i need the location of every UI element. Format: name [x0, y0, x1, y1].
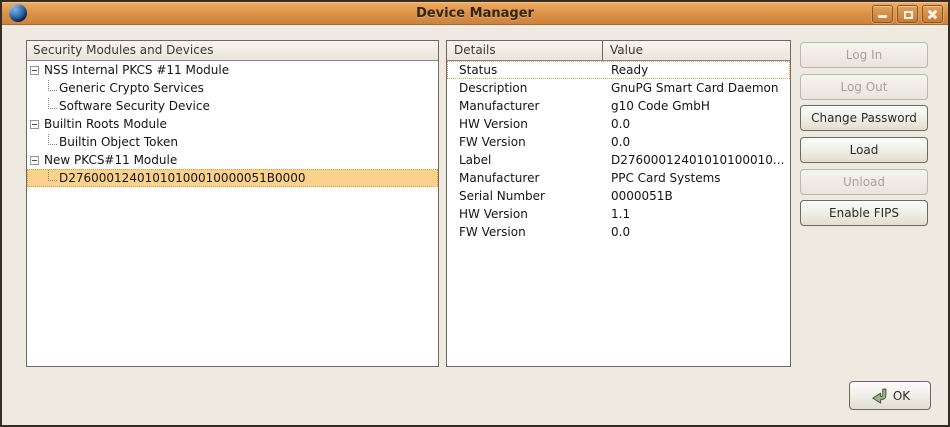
tree-item-label: D27600012401010100010000051B0000 [59, 169, 306, 187]
collapse-expander-icon[interactable] [30, 156, 39, 165]
table-row[interactable]: FW Version 0.0 [447, 223, 790, 241]
detail-value: Ready [603, 61, 648, 79]
tree-connector-line [48, 80, 57, 91]
tree-item-label: Generic Crypto Services [59, 79, 204, 97]
column-header-details[interactable]: Details [447, 41, 603, 61]
detail-label: Description [447, 79, 603, 97]
log-in-button: Log In [800, 42, 928, 68]
column-header-value[interactable]: Value [603, 41, 790, 61]
close-button[interactable] [922, 5, 943, 23]
tree-item-label: New PKCS#11 Module [44, 151, 177, 169]
tree-item-smartcard-token-selected[interactable]: D27600012401010100010000051B0000 [27, 169, 438, 187]
device-manager-window: Device Manager Security Modules and Devi… [0, 0, 950, 427]
tree-item-nss-internal-module[interactable]: NSS Internal PKCS #11 Module [27, 61, 438, 79]
detail-value: 0000051B [603, 187, 673, 205]
action-button-column: Log In Log Out Change Password Load Unlo… [800, 42, 928, 232]
table-row[interactable]: FW Version 0.0 [447, 133, 790, 151]
load-button[interactable]: Load [800, 137, 928, 163]
detail-label: Label [447, 151, 603, 169]
unload-button: Unload [800, 169, 928, 195]
tree-item-label: Software Security Device [59, 97, 210, 115]
detail-value: 0.0 [603, 223, 630, 241]
log-out-button: Log Out [800, 74, 928, 100]
detail-value: 1.1 [603, 205, 630, 223]
tree-item-software-security-device[interactable]: Software Security Device [27, 97, 438, 115]
table-row[interactable]: Manufacturer g10 Code GmbH [447, 97, 790, 115]
detail-label: HW Version [447, 115, 603, 133]
detail-label: FW Version [447, 133, 603, 151]
maximize-icon [904, 11, 913, 19]
detail-label: Manufacturer [447, 169, 603, 187]
detail-label: Status [447, 61, 603, 79]
tree-connector-line [48, 98, 57, 109]
minimize-button[interactable] [872, 5, 893, 23]
tree-item-builtin-object-token[interactable]: Builtin Object Token [27, 133, 438, 151]
detail-value: 0.0 [603, 115, 630, 133]
titlebar[interactable]: Device Manager [2, 2, 948, 25]
detail-label: HW Version [447, 205, 603, 223]
detail-value: D27600012401010100010... [603, 151, 784, 169]
window-controls [872, 5, 943, 23]
detail-value: g10 Code GmbH [603, 97, 710, 115]
detail-label: Manufacturer [447, 97, 603, 115]
tree-item-label: Builtin Object Token [59, 133, 178, 151]
return-arrow-icon [870, 387, 887, 404]
maximize-button[interactable] [897, 5, 918, 23]
tree-item-builtin-roots-module[interactable]: Builtin Roots Module [27, 115, 438, 133]
tree-item-generic-crypto-services[interactable]: Generic Crypto Services [27, 79, 438, 97]
detail-value: 0.0 [603, 133, 630, 151]
details-panel: Details Value Status Ready Description G… [446, 40, 791, 367]
table-row[interactable]: Label D27600012401010100010... [447, 151, 790, 169]
tree-item-label: Builtin Roots Module [44, 115, 167, 133]
detail-label: Serial Number [447, 187, 603, 205]
window-title: Device Manager [2, 2, 948, 25]
table-row[interactable]: Status Ready [447, 61, 790, 79]
enable-fips-button[interactable]: Enable FIPS [800, 200, 928, 226]
details-table-header: Details Value [447, 41, 790, 61]
table-row[interactable]: Description GnuPG Smart Card Daemon [447, 79, 790, 97]
table-row[interactable]: HW Version 1.1 [447, 205, 790, 223]
collapse-expander-icon[interactable] [30, 120, 39, 129]
change-password-button[interactable]: Change Password [800, 105, 928, 131]
detail-value: GnuPG Smart Card Daemon [603, 79, 778, 97]
minimize-icon [878, 15, 887, 18]
table-row[interactable]: HW Version 0.0 [447, 115, 790, 133]
tree-column-header[interactable]: Security Modules and Devices [27, 41, 438, 61]
table-row[interactable]: Manufacturer PPC Card Systems [447, 169, 790, 187]
security-modules-panel: Security Modules and Devices NSS Interna… [26, 40, 439, 367]
ok-button-label: OK [893, 389, 910, 403]
tree-connector-line [48, 134, 57, 145]
tree-connector-line [48, 170, 57, 181]
table-row[interactable]: Serial Number 0000051B [447, 187, 790, 205]
detail-value: PPC Card Systems [603, 169, 721, 187]
tree-item-label: NSS Internal PKCS #11 Module [44, 61, 229, 79]
ok-button[interactable]: OK [849, 381, 931, 410]
tree-item-new-pkcs11-module[interactable]: New PKCS#11 Module [27, 151, 438, 169]
detail-label: FW Version [447, 223, 603, 241]
collapse-expander-icon[interactable] [30, 66, 39, 75]
